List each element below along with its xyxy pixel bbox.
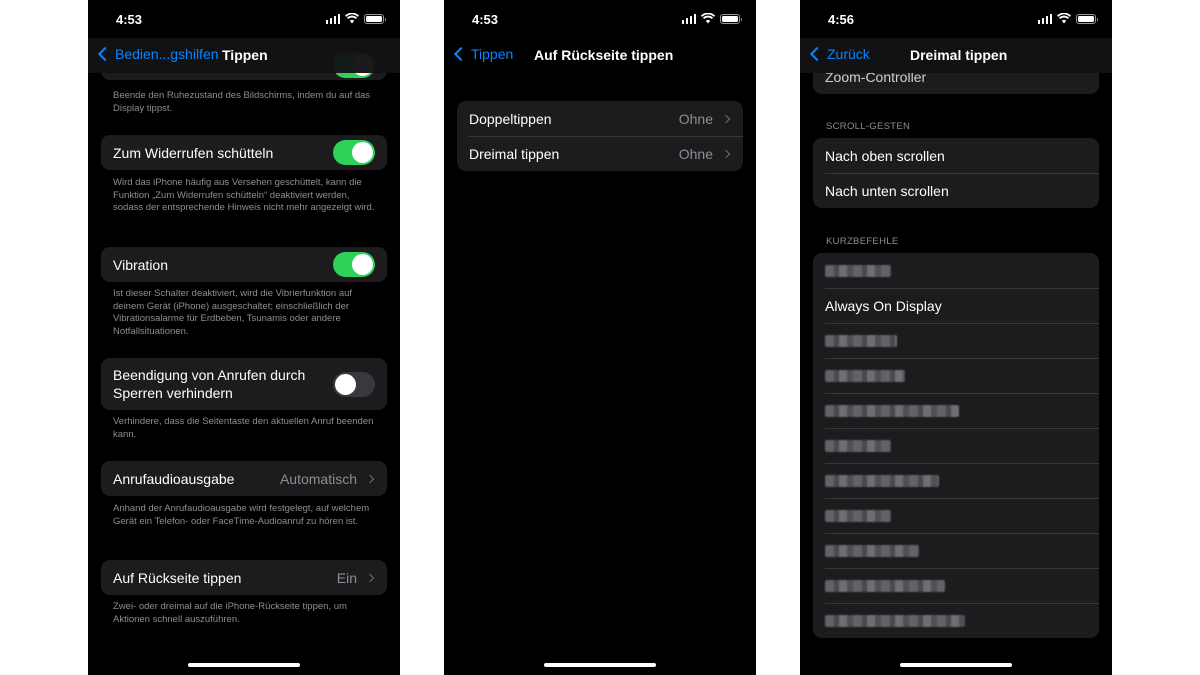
- shortcut-row[interactable]: [813, 358, 1099, 393]
- blurred-shortcut-label: [825, 369, 905, 382]
- chevron-right-icon: [365, 474, 375, 483]
- blurred-shortcut-label: [825, 474, 939, 487]
- signal-icon: [325, 13, 340, 24]
- vibration-cell: Vibration: [101, 247, 387, 282]
- shortcut-row[interactable]: [813, 253, 1099, 288]
- chevron-left-icon: [97, 46, 113, 62]
- phone-screen-back-tap: 4:53 Tippen Auf Rückseite tippen Doppelt…: [444, 0, 756, 675]
- battery-icon: [1076, 13, 1098, 24]
- chevron-right-icon: [721, 114, 731, 123]
- vibration-label: Vibration: [113, 256, 169, 273]
- wifi-icon: [1057, 13, 1071, 24]
- status-time: 4:56: [828, 12, 855, 27]
- phone-screen-tippen: 4:53 Bedien...gshilfen Tippen Beende den…: [88, 0, 400, 675]
- blurred-shortcut-label: [825, 264, 891, 277]
- back-button[interactable]: Bedien...gshilfen: [96, 46, 219, 62]
- back-button[interactable]: Tippen: [452, 46, 513, 62]
- navigation-bar: Zurück Dreimal tippen: [800, 38, 1112, 73]
- page-title: Auf Rückseite tippen: [534, 47, 674, 63]
- navigation-bar: Tippen Auf Rückseite tippen: [444, 38, 756, 73]
- status-bar: 4:53: [88, 0, 400, 38]
- status-bar: 4:53: [444, 0, 756, 38]
- chevron-left-icon: [809, 46, 825, 62]
- blurred-shortcut-label: [825, 544, 919, 557]
- wifi-icon: [701, 13, 715, 24]
- triple-tap-row[interactable]: Dreimal tippen Ohne: [457, 136, 743, 171]
- scroll-gestures-group: Nach oben scrollen Nach unten scrollen: [813, 138, 1099, 208]
- blurred-shortcut-label: [825, 439, 891, 452]
- back-button-label: Tippen: [471, 46, 514, 62]
- page-title: Tippen: [222, 47, 268, 63]
- shortcut-row[interactable]: [813, 498, 1099, 533]
- shake-undo-cell: Zum Widerrufen schütteln: [101, 135, 387, 170]
- chevron-right-icon: [365, 573, 375, 582]
- battery-icon: [364, 13, 386, 24]
- shortcut-row[interactable]: [813, 568, 1099, 603]
- shortcut-row[interactable]: Always On Display: [813, 288, 1099, 323]
- navigation-bar: Bedien...gshilfen Tippen: [88, 38, 400, 73]
- vibration-footer: Ist dieser Schalter deaktiviert, wird di…: [113, 288, 353, 337]
- call-audio-routing-footer: Anhand der Anrufaudioausgabe wird festge…: [113, 503, 370, 527]
- wake-footer: Beende den Ruhezustand des Bildschirms, …: [113, 90, 371, 114]
- triple-tap-value: Ohne: [678, 145, 713, 162]
- double-tap-label: Doppeltippen: [469, 110, 552, 127]
- shake-undo-footer: Wird das iPhone häufig aus Versehen gesc…: [113, 177, 375, 213]
- signal-icon: [681, 13, 696, 24]
- shortcut-row[interactable]: [813, 603, 1099, 638]
- call-audio-routing-value: Automatisch: [279, 470, 357, 487]
- scroll-down-row[interactable]: Nach unten scrollen: [813, 173, 1099, 208]
- blurred-shortcut-label: [825, 579, 945, 592]
- shake-undo-toggle[interactable]: [333, 140, 375, 165]
- shortcut-row[interactable]: [813, 463, 1099, 498]
- shortcut-row[interactable]: [813, 393, 1099, 428]
- triple-tap-label: Dreimal tippen: [469, 145, 560, 162]
- prevent-lock-end-call-cell: Beendigung von Anrufen durch Sperren ver…: [101, 358, 387, 410]
- back-tap-footer: Zwei- oder dreimal auf die iPhone-Rückse…: [113, 601, 347, 625]
- chevron-right-icon: [721, 149, 731, 158]
- page-title: Dreimal tippen: [910, 47, 1008, 63]
- scroll-up-row[interactable]: Nach oben scrollen: [813, 138, 1099, 173]
- wifi-icon: [345, 13, 359, 24]
- status-bar: 4:56: [800, 0, 1112, 38]
- shake-undo-label: Zum Widerrufen schütteln: [113, 144, 274, 161]
- back-tap-value: Ein: [336, 569, 357, 586]
- double-tap-row[interactable]: Doppeltippen Ohne: [457, 101, 743, 136]
- prevent-lock-end-call-toggle[interactable]: [333, 371, 375, 397]
- call-audio-routing-cell[interactable]: Anrufaudioausgabe Automatisch: [101, 461, 387, 496]
- shortcut-row[interactable]: [813, 533, 1099, 568]
- scroll-up-label: Nach oben scrollen: [825, 147, 945, 164]
- back-button-label: Zurück: [827, 46, 870, 62]
- back-button-label: Bedien...gshilfen: [115, 46, 219, 62]
- chevron-left-icon: [453, 46, 469, 62]
- status-time: 4:53: [472, 12, 499, 27]
- scroll-down-label: Nach unten scrollen: [825, 182, 949, 199]
- shortcut-label: Always On Display: [825, 297, 942, 314]
- home-indicator[interactable]: [900, 663, 1012, 667]
- battery-icon: [720, 13, 742, 24]
- blurred-shortcut-label: [825, 334, 897, 347]
- signal-icon: [1037, 13, 1052, 24]
- shortcut-row[interactable]: [813, 323, 1099, 358]
- home-indicator[interactable]: [544, 663, 656, 667]
- shortcuts-header: KURZBEFEHLE: [826, 236, 899, 247]
- prevent-lock-end-call-label: Beendigung von Anrufen durch Sperren ver…: [113, 367, 306, 401]
- back-button[interactable]: Zurück: [808, 46, 870, 62]
- tap-options-group: Doppeltippen Ohne Dreimal tippen Ohne: [457, 101, 743, 171]
- phone-screen-triple-tap: 4:56 Zoom-Controller Zurück Dreimal tipp…: [800, 0, 1112, 675]
- prevent-lock-end-call-footer: Verhindere, dass die Seitentaste den akt…: [113, 416, 374, 440]
- home-indicator[interactable]: [188, 663, 300, 667]
- status-time: 4:53: [116, 12, 143, 27]
- blurred-shortcut-label: [825, 509, 891, 522]
- vibration-toggle[interactable]: [333, 252, 375, 277]
- shortcut-row[interactable]: [813, 428, 1099, 463]
- shortcuts-group: Always On Display: [813, 253, 1099, 638]
- double-tap-value: Ohne: [678, 110, 713, 127]
- back-tap-cell[interactable]: Auf Rückseite tippen Ein: [101, 560, 387, 595]
- back-tap-label: Auf Rückseite tippen: [113, 569, 242, 586]
- blurred-shortcut-label: [825, 614, 965, 627]
- blurred-shortcut-label: [825, 404, 959, 417]
- call-audio-routing-label: Anrufaudioausgabe: [113, 470, 235, 487]
- scroll-gestures-header: SCROLL-GESTEN: [826, 121, 911, 132]
